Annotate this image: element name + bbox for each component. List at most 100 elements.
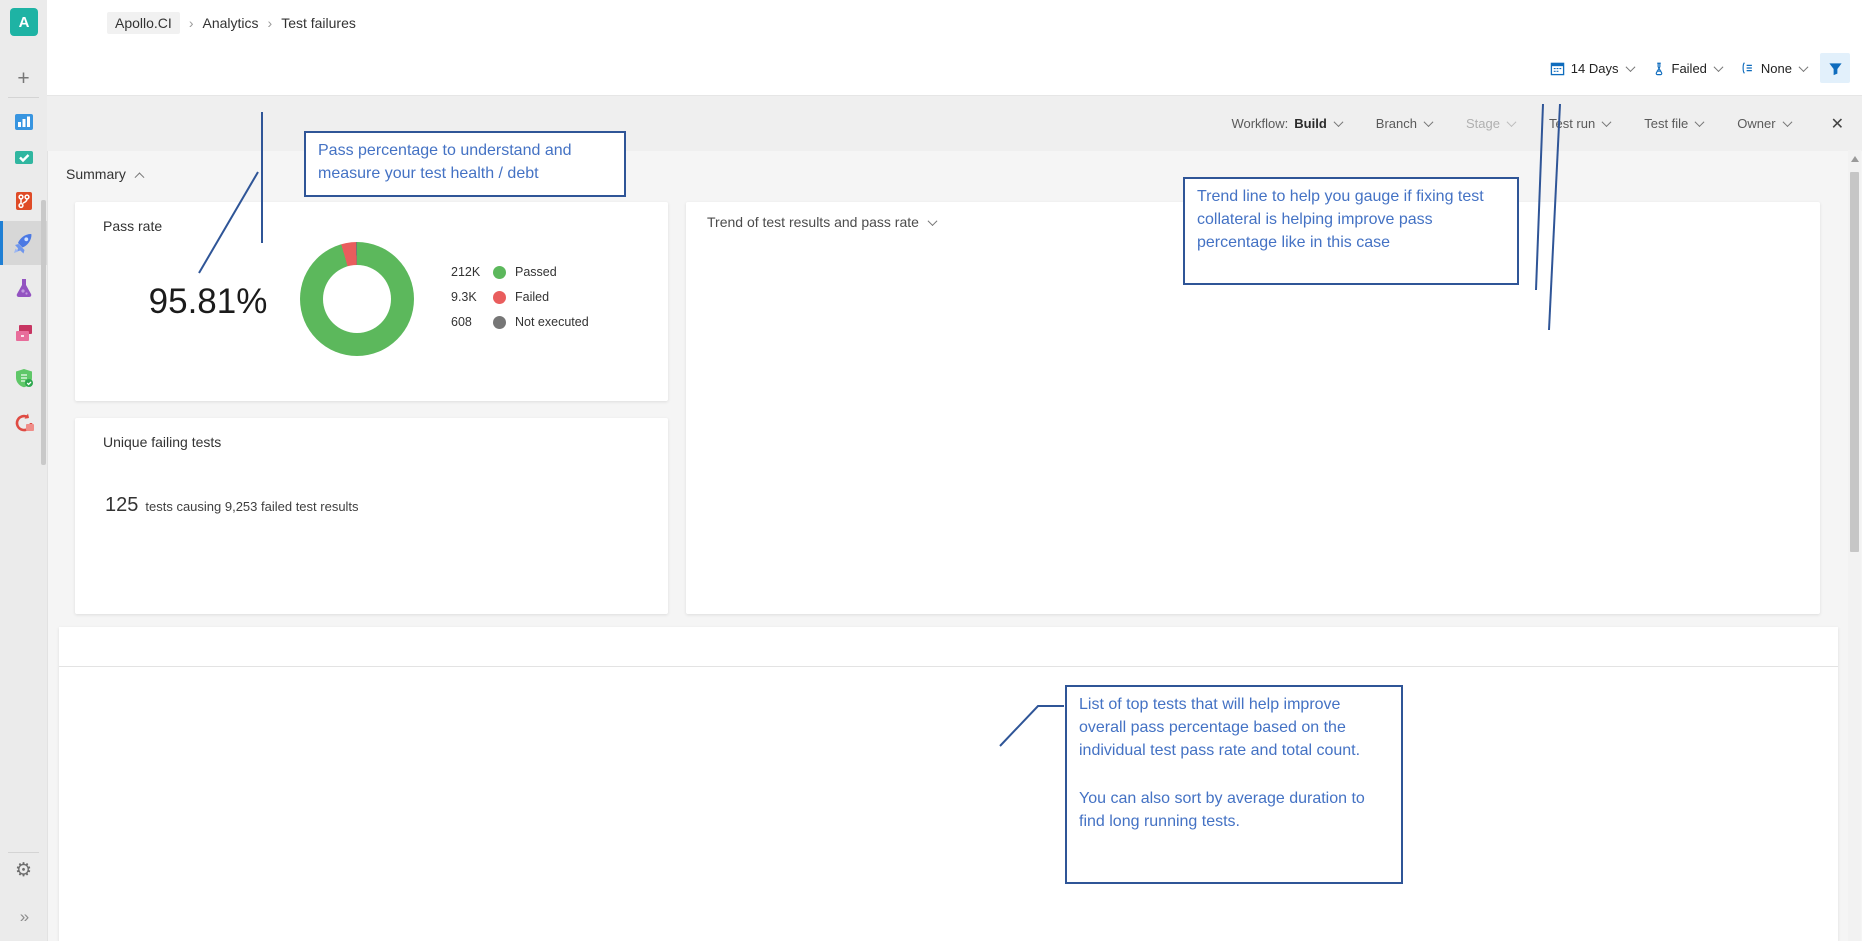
chevron-down-icon [1333, 117, 1343, 127]
expand-sidebar-button[interactable]: » [0, 895, 47, 939]
beaker-icon [1652, 61, 1666, 76]
sidebar-item-pipelines[interactable] [0, 221, 47, 265]
sidebar-scrollbar-thumb[interactable] [41, 200, 46, 465]
filter-dropdown-test-file[interactable]: Test file [1644, 116, 1703, 131]
summary-label: Summary [66, 166, 126, 182]
left-sidebar: A + [0, 0, 48, 941]
breadcrumb-current-page: Test failures [281, 15, 356, 31]
donut-hole [323, 265, 391, 333]
top-filter-row: 14 Days Failed None [1545, 52, 1850, 84]
date-range-value: 14 Days [1571, 61, 1619, 76]
group-by-icon [1740, 61, 1755, 75]
sidebar-item-retry[interactable] [0, 401, 47, 445]
pass-rate-value: 95.81% [113, 282, 303, 322]
chevron-down-icon [1507, 117, 1517, 127]
filter-label: Stage [1466, 116, 1500, 131]
add-project-button[interactable]: + [0, 57, 47, 101]
table-header-divider [59, 666, 1838, 667]
filter-label: Test run [1549, 116, 1595, 131]
overview-chart-icon [12, 110, 36, 134]
group-by-value: None [1761, 61, 1792, 76]
legend-color-dot [493, 291, 506, 304]
table-annotation-paragraph-1: List of top tests that will help improve… [1079, 693, 1389, 763]
filter-dropdown-stage[interactable]: Stage [1466, 116, 1515, 131]
outcome-filter[interactable]: Failed [1647, 61, 1727, 76]
group-by-filter[interactable]: None [1735, 61, 1812, 76]
trend-line-annotation: Trend line to help you gauge if fixing t… [1183, 177, 1519, 285]
pipelines-rocket-icon [11, 230, 37, 256]
calendar-icon [1550, 61, 1565, 76]
table-annotation-paragraph-2: You can also sort by average duration to… [1079, 787, 1389, 833]
filter-dropdown-owner[interactable]: Owner [1737, 116, 1790, 131]
unique-failing-summary: 125 tests causing 9,253 failed test resu… [105, 494, 359, 517]
shield-check-icon [12, 366, 36, 390]
chevron-down-icon [1602, 117, 1612, 127]
summary-section-header[interactable]: Summary [66, 166, 143, 182]
repos-branch-icon [12, 189, 36, 213]
breadcrumb-project[interactable]: Apollo.CI [107, 12, 180, 34]
filter-toggle-button[interactable] [1820, 53, 1850, 83]
close-filter-bar-icon[interactable]: ✕ [1831, 114, 1844, 134]
sidebar-divider [8, 97, 39, 98]
unique-failing-text: tests causing 9,253 failed test results [145, 499, 358, 514]
table-annotation: List of top tests that will help improve… [1065, 685, 1403, 884]
chevron-down-icon [1713, 62, 1723, 72]
legend-label: Passed [515, 265, 557, 279]
top-header: Apollo.CI › Analytics › Test failures 14… [47, 0, 1862, 95]
pass-rate-card-title: Pass rate [103, 218, 162, 234]
legend-color-dot [493, 266, 506, 279]
legend-count: 608 [451, 315, 489, 329]
donut-legend-item: 9.3K Failed [451, 288, 549, 306]
breadcrumb-analytics[interactable]: Analytics [202, 15, 258, 31]
sidebar-item-test-plans[interactable] [0, 266, 47, 310]
chevron-down-icon [1695, 117, 1705, 127]
unique-card-title: Unique failing tests [103, 434, 221, 450]
chevron-down-icon [1625, 62, 1635, 72]
filter-dropdown-branch[interactable]: Branch [1376, 116, 1432, 131]
filter-dropdown-row: Workflow: Build Branch Stage Test run Test … [1231, 96, 1844, 151]
legend-color-dot [493, 316, 506, 329]
vertical-scrollbar[interactable] [1848, 150, 1861, 941]
legend-label: Failed [515, 290, 549, 304]
breadcrumb-separator: › [268, 15, 273, 31]
breadcrumb: Apollo.CI › Analytics › Test failures [107, 10, 356, 36]
filter-label: Branch [1376, 116, 1417, 131]
workflow-filter[interactable]: Workflow: Build [1231, 116, 1341, 131]
plus-icon: + [17, 67, 29, 91]
org-logo[interactable]: A [10, 8, 38, 36]
chevron-down-icon [1424, 117, 1434, 127]
pass-rate-card: Pass rate 95.81% 212K Passed 9.3K Failed 608… [75, 202, 668, 401]
filter-label: Test file [1644, 116, 1688, 131]
workflow-value: Build [1294, 116, 1327, 131]
outcome-value: Failed [1672, 61, 1707, 76]
sidebar-item-repos[interactable] [0, 179, 47, 223]
date-range-filter[interactable]: 14 Days [1545, 61, 1639, 76]
gear-icon: ⚙ [15, 859, 32, 882]
breadcrumb-separator: › [189, 15, 194, 31]
circular-arrows-icon [12, 411, 36, 435]
chevron-up-icon [134, 172, 144, 182]
pass-rate-annotation: Pass percentage to understand and measur… [304, 131, 626, 197]
unique-failing-count: 125 [105, 494, 138, 517]
donut-legend-item: 212K Passed [451, 263, 557, 281]
scrollbar-up-arrow[interactable] [1851, 156, 1859, 162]
sidebar-item-boards[interactable] [0, 136, 47, 180]
scrollbar-thumb[interactable] [1850, 172, 1859, 552]
test-plans-flask-icon [12, 276, 36, 300]
sidebar-item-security[interactable] [0, 356, 47, 400]
filter-dropdown-test-run[interactable]: Test run [1549, 116, 1610, 131]
double-chevron-right-icon: » [20, 907, 27, 927]
unique-failing-tests-card: Unique failing tests 125 tests causing 9… [75, 418, 668, 614]
top-failing-tests-table [59, 627, 1838, 941]
boards-check-icon [12, 146, 36, 170]
artifacts-packages-icon [12, 321, 36, 345]
donut-legend-item: 608 Not executed [451, 313, 589, 331]
workflow-label: Workflow: [1231, 116, 1288, 131]
legend-count: 212K [451, 265, 489, 279]
funnel-icon [1828, 61, 1843, 76]
chevron-down-icon [1799, 62, 1809, 72]
settings-button[interactable]: ⚙ [0, 848, 47, 892]
sidebar-item-artifacts[interactable] [0, 311, 47, 355]
legend-count: 9.3K [451, 290, 489, 304]
legend-label: Not executed [515, 315, 589, 329]
